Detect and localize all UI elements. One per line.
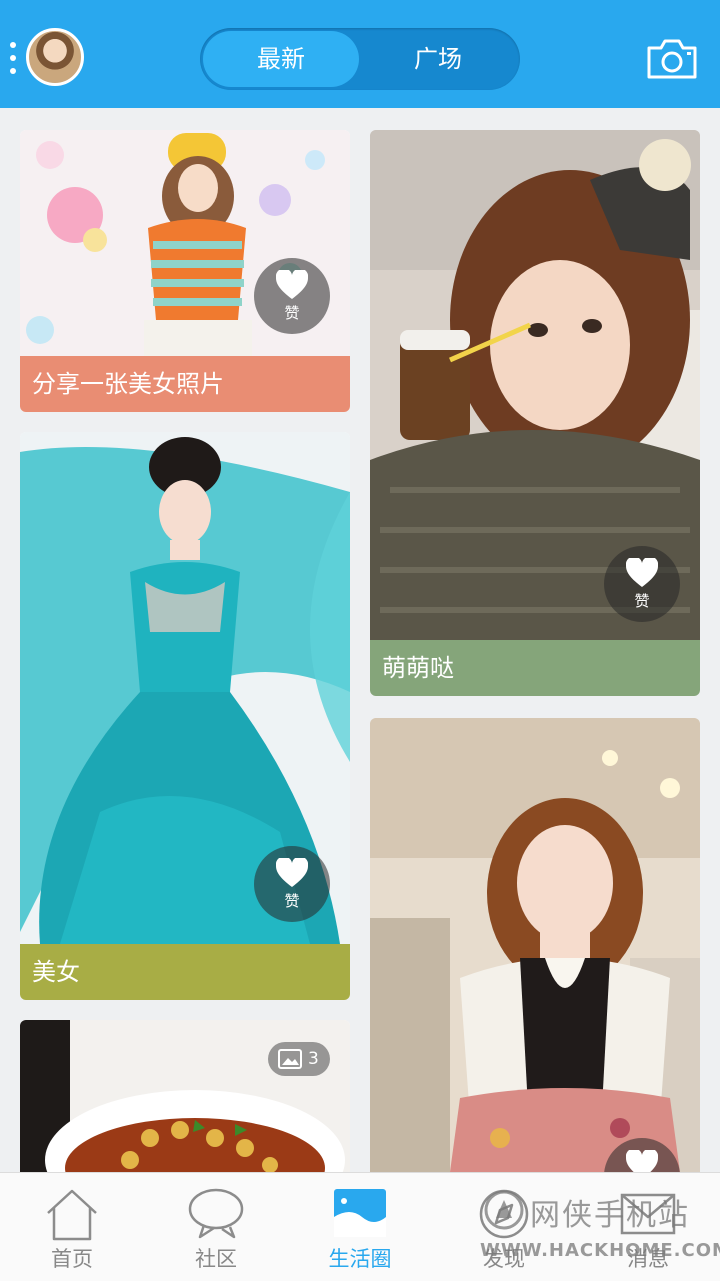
- like-button[interactable]: 赞: [604, 546, 680, 622]
- tab-latest[interactable]: 最新: [203, 31, 359, 87]
- home-icon: [47, 1189, 97, 1241]
- post-photo[interactable]: [370, 718, 700, 1172]
- image-count: 3: [308, 1049, 319, 1069]
- image-count-badge: 3: [268, 1042, 330, 1076]
- like-button[interactable]: 赞: [254, 846, 330, 922]
- post-caption: 萌萌哒: [370, 640, 700, 696]
- like-label: 赞: [634, 592, 650, 610]
- post-card[interactable]: 赞 萌萌哒: [370, 130, 700, 696]
- camera-icon[interactable]: [645, 38, 699, 80]
- life-circle-icon: [334, 1189, 386, 1237]
- watermark-en: WWW.HACKHOME.COM: [480, 1240, 720, 1261]
- tab-label: 社区: [195, 1247, 237, 1271]
- gallery-icon: [278, 1049, 302, 1069]
- watermark-cn: 网侠手机站: [530, 1198, 690, 1233]
- menu-dots-icon[interactable]: [8, 42, 18, 78]
- tab-label: 首页: [51, 1247, 93, 1271]
- avatar[interactable]: [26, 28, 84, 86]
- post-caption: 美女: [20, 944, 350, 1000]
- heart-icon: [276, 858, 308, 887]
- watermark-logo-icon: [484, 1190, 524, 1230]
- like-label: 赞: [284, 892, 300, 910]
- tab-community[interactable]: 社区: [144, 1173, 288, 1281]
- tab-life-circle[interactable]: 生活圈: [288, 1173, 432, 1281]
- post-card[interactable]: 3: [20, 1020, 350, 1172]
- post-card[interactable]: 赞 分享一张美女照片: [20, 130, 350, 412]
- like-label: 赞: [284, 304, 300, 322]
- tab-square[interactable]: 广场: [360, 31, 516, 87]
- heart-icon: [626, 1150, 658, 1172]
- post-card[interactable]: 赞 美女: [20, 432, 350, 1000]
- heart-icon: [276, 270, 308, 299]
- post-card[interactable]: 赞: [370, 718, 700, 1172]
- post-caption: 分享一张美女照片: [20, 356, 350, 412]
- watermark: 网侠手机站 WWW.HACKHOME.COM: [478, 1186, 720, 1276]
- feed-segmented-control: 最新 广场: [200, 28, 520, 90]
- tab-label: 生活圈: [328, 1247, 392, 1271]
- tab-home[interactable]: 首页: [0, 1173, 144, 1281]
- chat-icon: [188, 1188, 244, 1239]
- heart-icon: [626, 558, 658, 587]
- like-button[interactable]: 赞: [254, 258, 330, 334]
- top-bar: 最新 广场: [0, 0, 720, 108]
